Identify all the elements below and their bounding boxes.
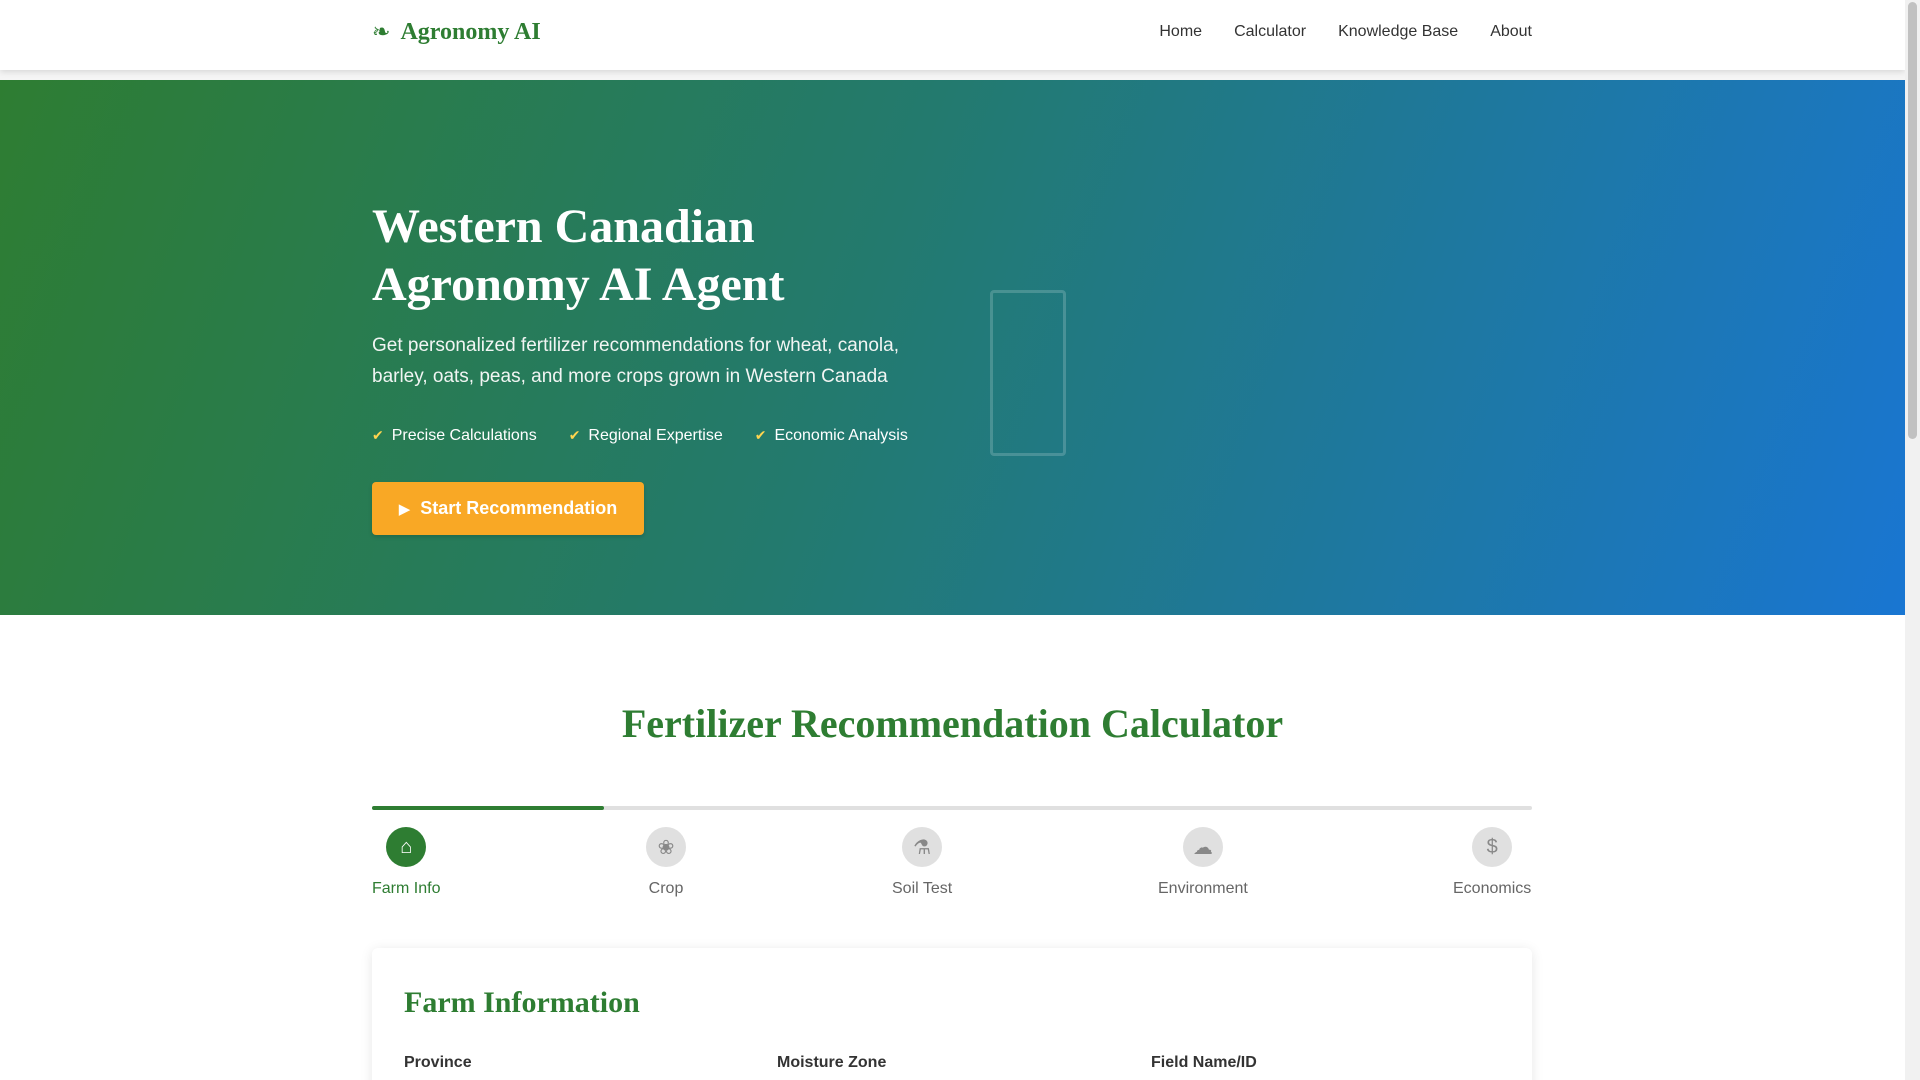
feature-precise-calculations: ✔ Precise Calculations (372, 427, 537, 445)
step-label: Farm Info (372, 880, 441, 897)
brand-logo[interactable]: ❧ Agronomy AI (372, 19, 541, 46)
step-progress-fill (372, 806, 604, 810)
calculator-title: Fertilizer Recommendation Calculator (621, 701, 1284, 746)
tractor-illustration-icon (990, 290, 1066, 456)
navbar: ❧ Agronomy AI Home Calculator Knowledge … (0, 0, 1905, 70)
step-label: Economics (1453, 880, 1532, 897)
feature-label: Economic Analysis (774, 427, 908, 444)
check-icon: ✔ (372, 428, 384, 444)
main-nav: Home Calculator Knowledge Base About (1159, 23, 1532, 41)
hero-subtitle: Get personalized fertilizer recommendati… (372, 335, 899, 387)
nav-link-home[interactable]: Home (1159, 23, 1202, 41)
nav-link-calculator[interactable]: Calculator (1234, 23, 1306, 41)
step-progress-bar (372, 806, 1532, 810)
feature-regional-expertise: ✔ Regional Expertise (569, 427, 723, 445)
step-farm-info[interactable]: ⌂ Farm Info (372, 827, 440, 898)
farm-icon: ⌂ (386, 827, 427, 867)
crop-icon: ❀ (646, 827, 686, 867)
vertical-scrollbar[interactable] (1905, 0, 1920, 1080)
feature-label: Precise Calculations (391, 427, 537, 444)
step-crop[interactable]: ❀ Crop (646, 827, 686, 898)
environment-icon: ☁ (1182, 827, 1223, 867)
step-label: Soil Test (892, 880, 953, 897)
step-label: Crop (648, 880, 684, 897)
moisture-zone-label: Moisture Zone (777, 1054, 887, 1071)
step-label: Environment (1158, 880, 1248, 897)
page: ❧ Agronomy AI Home Calculator Knowledge … (0, 0, 1905, 1080)
header-divider (0, 70, 1905, 80)
start-recommendation-button[interactable]: ▶ Start Recommendation (372, 482, 644, 535)
leaf-icon: ❧ (372, 20, 391, 45)
scrollbar-thumb[interactable] (1908, 2, 1917, 439)
hero-section: Western Canadian Agronomy AI Agent Get p… (0, 80, 1905, 615)
brand-name: Agronomy AI (400, 19, 541, 45)
feature-label: Regional Expertise (588, 427, 723, 444)
form-section-title: Farm Information (404, 986, 640, 1019)
play-icon: ▶ (398, 499, 411, 518)
farm-information-card: Farm Information Province Moisture Zone … (372, 948, 1532, 1080)
feature-economic-analysis: ✔ Economic Analysis (755, 427, 908, 445)
nav-link-knowledge-base[interactable]: Knowledge Base (1338, 23, 1458, 41)
nav-link-about[interactable]: About (1490, 23, 1532, 41)
province-label: Province (404, 1054, 472, 1071)
step-soil-test[interactable]: ⚗ Soil Test (892, 827, 952, 898)
map-pin-icon: ✔ (568, 428, 581, 444)
cta-label: Start Recommendation (420, 498, 618, 518)
hero-title: Western Canadian Agronomy AI Agent (372, 200, 785, 311)
step-environment[interactable]: ☁ Environment (1158, 827, 1248, 898)
step-economics[interactable]: $ Economics (1453, 827, 1531, 898)
field-name-label: Field Name/ID (1151, 1054, 1257, 1071)
hero-features: ✔ Precise Calculations ✔ Regional Expert… (372, 427, 908, 445)
dollar-icon: $ (1472, 827, 1513, 867)
chart-icon: ✔ (754, 428, 767, 444)
soil-test-icon: ⚗ (902, 827, 943, 867)
